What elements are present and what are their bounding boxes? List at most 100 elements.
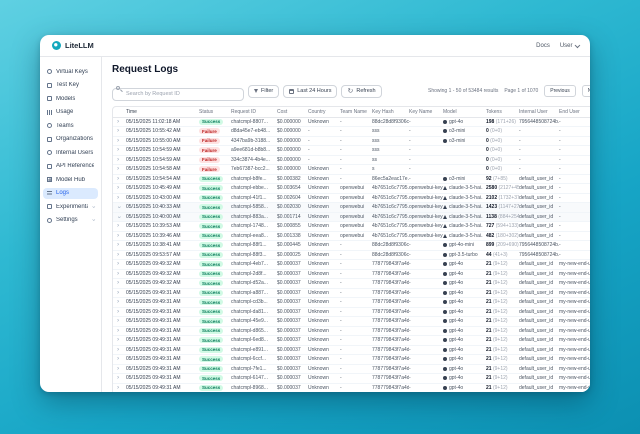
chevron-right-icon[interactable]: › (117, 119, 119, 126)
chevron-right-icon[interactable]: › (117, 337, 119, 344)
chevron-right-icon[interactable]: › (117, 261, 119, 268)
table-row[interactable]: ›05/15/2025 09:49:32 AMSuccesschatcmpl-d… (113, 279, 590, 289)
chevron-right-icon[interactable]: › (117, 138, 119, 145)
user-menu[interactable]: User (560, 43, 578, 49)
status-badge: Success (199, 214, 223, 220)
chevron-right-icon[interactable]: › (117, 157, 119, 164)
chevron-right-icon[interactable]: › (117, 223, 119, 230)
cell-tokens: 21 (9+12) (486, 366, 519, 372)
sidebar-item-usage[interactable]: Usage (43, 107, 98, 118)
sidebar-item-internal-users[interactable]: Internal Users (43, 147, 98, 158)
table-row[interactable]: ›05/15/2025 09:49:31 AMSuccesschatcmpl-6… (113, 374, 590, 384)
chevron-right-icon[interactable]: › (117, 290, 119, 297)
sidebar-item-logs[interactable]: Logs (43, 188, 98, 199)
sidebar-item-experimental[interactable]: Experimental› (43, 201, 98, 212)
cell-internal-user: default_user_id (519, 337, 559, 343)
table-row[interactable]: ›05/15/2025 09:49:31 AMSuccesschatcmpl-d… (113, 327, 590, 337)
cell-request-id: chatcmpl-cd3b... (231, 299, 277, 305)
chevron-right-icon[interactable]: › (117, 299, 119, 306)
cell-model: gpt-4o (443, 356, 486, 362)
cell-request-id: chatcmpl-6ccf... (231, 356, 277, 362)
table-row[interactable]: ›05/15/2025 10:55:42 AMFailured8da45e7-e… (113, 127, 590, 137)
table-row[interactable]: ›05/15/2025 10:54:59 AMFailure334c3874-4… (113, 156, 590, 166)
sidebar-item-organizations[interactable]: Organizations (43, 134, 98, 145)
cell-team-name: - (340, 290, 372, 296)
cell-model: gpt-4o (443, 290, 486, 296)
table-row[interactable]: ›05/15/2025 10:39:46 AMSuccesschatcmpl-e… (113, 232, 590, 242)
previous-button[interactable]: Previous (544, 85, 575, 97)
sidebar-item-api-reference[interactable]: API Reference (43, 161, 98, 172)
chevron-right-icon[interactable]: › (117, 385, 119, 392)
chevron-right-icon[interactable]: › (117, 356, 119, 363)
chevron-right-icon[interactable]: › (117, 252, 119, 259)
chevron-down-icon: › (90, 206, 96, 208)
table-row[interactable]: ›05/15/2025 09:49:31 AMSuccesschatcmpl-6… (113, 355, 590, 365)
cell-end-user: my-new-end-user-1 (559, 375, 590, 381)
sidebar-item-label: Models (56, 96, 75, 102)
table-row[interactable]: ›05/15/2025 10:45:49 AMSuccesschatcmpl-e… (113, 184, 590, 194)
cell-end-user: my-new-end-user-1 (559, 299, 590, 305)
chevron-right-icon[interactable]: › (117, 233, 119, 240)
time-range-button[interactable]: Last 24 Hours (283, 85, 337, 98)
table-row[interactable]: ›05/15/2025 09:49:31 AMSuccesschatcmpl-c… (113, 298, 590, 308)
cell-key-name: openwebui-key-2 (409, 214, 443, 220)
table-row[interactable]: ›05/15/2025 10:40:33 AMSuccesschatcmpl-5… (113, 203, 590, 213)
chevron-right-icon[interactable]: › (117, 271, 119, 278)
column-header-model: Model (443, 109, 486, 115)
cell-time: 05/15/2025 09:49:31 AM (126, 366, 199, 372)
table-row[interactable]: ›05/15/2025 09:49:31 AMSuccesschatcmpl-d… (113, 308, 590, 318)
chevron-right-icon[interactable]: › (117, 166, 119, 173)
chevron-right-icon[interactable]: › (117, 318, 119, 325)
sidebar-item-settings[interactable]: Settings› (43, 215, 98, 226)
chevron-right-icon[interactable]: › (117, 375, 119, 382)
cell-tokens: 2580 (2127+453) (486, 185, 519, 191)
brand[interactable]: LiteLLM (52, 41, 94, 50)
chevron-right-icon[interactable]: › (117, 185, 119, 192)
cell-time: 05/15/2025 10:38:41 AM (126, 242, 199, 248)
sidebar-item-models[interactable]: Models (43, 93, 98, 104)
search-input[interactable] (112, 88, 244, 101)
sidebar-item-virtual-keys[interactable]: Virtual Keys (43, 66, 98, 77)
table-row[interactable]: ›05/15/2025 09:53:57 AMSuccesschatcmpl-8… (113, 251, 590, 261)
chevron-right-icon[interactable]: › (117, 147, 119, 154)
table-row[interactable]: ›05/15/2025 09:49:32 AMSuccesschatcmpl-4… (113, 260, 590, 270)
table-row[interactable]: ›05/15/2025 10:38:41 AMSuccesschatcmpl-8… (113, 241, 590, 251)
chevron-right-icon[interactable]: › (117, 366, 119, 373)
table-row[interactable]: ›05/15/2025 10:43:00 AMSuccesschatcmpl-4… (113, 194, 590, 204)
sidebar-item-model-hub[interactable]: Model Hub (43, 174, 98, 185)
chevron-right-icon[interactable]: › (117, 176, 119, 183)
chevron-right-icon[interactable]: › (117, 280, 119, 287)
chevron-right-icon[interactable]: › (117, 328, 119, 335)
chevron-right-icon[interactable]: › (117, 242, 119, 249)
table-row[interactable]: ›05/15/2025 09:49:31 AMSuccesschatcmpl-a… (113, 289, 590, 299)
table-row[interactable]: ›05/15/2025 09:49:31 AMSuccesschatcmpl-6… (113, 336, 590, 346)
table-row[interactable]: ›05/15/2025 10:40:00 AMSuccesschatcmpl-8… (113, 213, 590, 223)
chevron-right-icon[interactable]: › (117, 309, 119, 316)
chevron-right-icon[interactable]: › (117, 347, 119, 354)
table-row[interactable]: ›05/15/2025 10:54:58 AMFailure7eb67387-b… (113, 165, 590, 175)
table-row[interactable]: ›05/15/2025 11:02:18 AMSuccesschatcmpl-8… (113, 118, 590, 128)
table-row[interactable]: ›05/15/2025 10:54:59 AMFailurea9ee681d-b… (113, 146, 590, 156)
cell-key-hash: 4b7651c6c7795... (372, 195, 409, 201)
table-row[interactable]: ›05/15/2025 09:49:31 AMSuccesschatcmpl-7… (113, 365, 590, 375)
filter-button[interactable]: Filter (248, 85, 279, 98)
refresh-button[interactable]: ↻ Refresh (341, 85, 381, 98)
table-row[interactable]: ›05/15/2025 09:49:31 AMSuccesschatcmpl-e… (113, 346, 590, 356)
table-row[interactable]: ›05/15/2025 09:49:31 AMSuccesschatcmpl-8… (113, 384, 590, 393)
sidebar-item-test-key[interactable]: Test Key (43, 80, 98, 91)
table-row[interactable]: ›05/15/2025 09:49:31 AMSuccesschatcmpl-4… (113, 317, 590, 327)
chevron-right-icon[interactable]: › (117, 128, 119, 135)
cell-tokens: 21 (9+12) (486, 375, 519, 381)
table-row[interactable]: ›05/15/2025 10:39:53 AMSuccesschatcmpl-1… (113, 222, 590, 232)
table-row[interactable]: ›05/15/2025 09:49:32 AMSuccesschatcmpl-2… (113, 270, 590, 280)
next-button[interactable]: Next (582, 85, 590, 97)
status-badge: Success (199, 223, 223, 229)
docs-link[interactable]: Docs (536, 43, 550, 49)
table-row[interactable]: ›05/15/2025 10:55:00 AMFailure4347ba9b-3… (113, 137, 590, 147)
chevron-down-icon[interactable]: › (115, 206, 122, 208)
chevron-down-icon[interactable]: › (115, 216, 122, 218)
sidebar-item-teams[interactable]: Teams (43, 120, 98, 131)
chevron-right-icon[interactable]: › (117, 195, 119, 202)
column-header-time: Time (126, 109, 199, 115)
table-row[interactable]: ›05/15/2025 10:54:54 AMSuccesschatcmpl-b… (113, 175, 590, 185)
